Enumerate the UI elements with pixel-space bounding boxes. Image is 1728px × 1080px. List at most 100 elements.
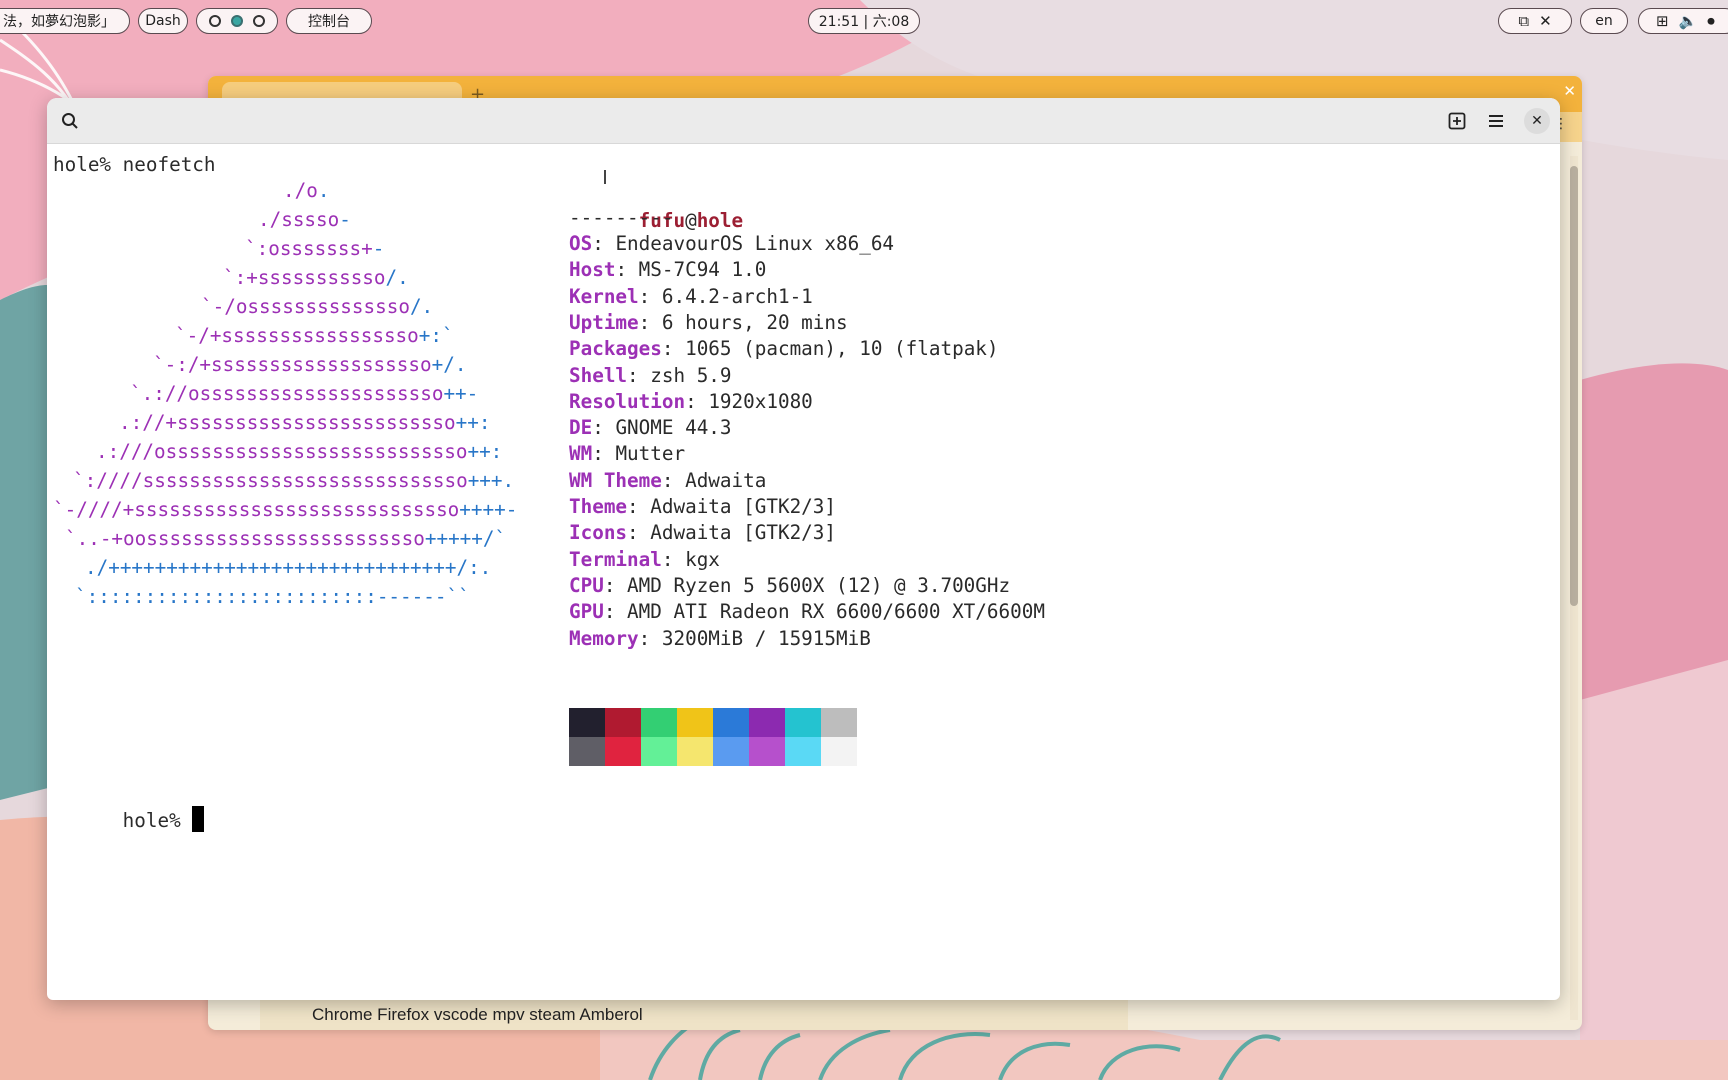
close-window-button[interactable]: ✕ <box>1524 108 1550 134</box>
info-row: Kernel: 6.4.2-arch1-1 <box>569 284 813 308</box>
info-value: Adwaita <box>685 468 767 492</box>
ascii-logo-segment: .:///ossssssssssssssssssssssssso <box>96 440 468 463</box>
info-row: Icons: Adwaita [GTK2/3] <box>569 521 836 545</box>
ascii-logo-segment: ++: <box>455 411 491 434</box>
info-key: DE <box>569 416 593 440</box>
screenshot-indicator[interactable]: ⧉ ✕ <box>1498 8 1572 34</box>
ascii-logo-line: `..-+oossssssssssssssssssssssso+++++/` <box>65 524 506 553</box>
window-title-text: 法，如夢幻泡影」 <box>3 14 115 30</box>
browser-close-icon[interactable]: ✕ <box>1563 82 1576 100</box>
ascii-logo-segment: /. <box>409 295 434 318</box>
ascii-logo-line: `:osssssss+- <box>245 234 384 263</box>
ascii-logo-line: `-/+sssssssssssssssso+:` <box>175 321 454 350</box>
color-swatch <box>821 737 857 766</box>
ascii-logo-line: `-:/+sssssssssssssssssso+/. <box>153 350 466 379</box>
browser-scrollbar-thumb[interactable] <box>1570 166 1578 606</box>
workspace-1-indicator[interactable] <box>209 15 221 27</box>
main-menu-button[interactable] <box>1483 108 1509 134</box>
close-icon: ✕ <box>1531 113 1543 129</box>
ascii-logo-segment: +++++/` <box>424 527 507 550</box>
info-key: OS <box>569 232 593 255</box>
color-palette <box>569 708 857 766</box>
color-swatch <box>605 737 641 766</box>
color-swatch <box>785 737 821 766</box>
info-value: 6.4.2-arch1-1 <box>661 284 813 308</box>
workspace-3-indicator[interactable] <box>253 15 265 27</box>
new-tab-icon <box>1448 112 1466 130</box>
color-swatch <box>749 737 785 766</box>
color-swatch <box>677 708 713 737</box>
close-icon[interactable]: ✕ <box>1539 12 1552 30</box>
command-line: hole% neofetch <box>53 153 216 176</box>
info-row: Theme: Adwaita [GTK2/3] <box>569 495 836 518</box>
info-key: GPU <box>569 600 604 624</box>
workspace-2-indicator[interactable] <box>231 15 243 27</box>
info-value: zsh 5.9 <box>650 363 732 387</box>
ascii-logo-line: .:///ossssssssssssssssssssssssso++: <box>96 437 502 466</box>
ascii-logo-line: .://+ssssssssssssssssssssssso++: <box>119 408 490 437</box>
keyboard-layout-label: en <box>1595 13 1613 29</box>
ascii-logo-segment: `-/+sssssssssssssssso <box>175 324 419 347</box>
color-swatch <box>641 737 677 766</box>
color-swatch <box>785 708 821 737</box>
bookmarks-bar[interactable]: Chrome Firefox vscode mpv steam Amberol <box>260 1000 1128 1030</box>
console-label: 控制台 <box>308 14 350 30</box>
info-row: Host: MS-7C94 1.0 <box>569 258 767 282</box>
info-row: Packages: 1065 (pacman), 10 (flatpak) <box>569 337 999 361</box>
terminal-output[interactable]: hole% neofetch ./o. ./sssso- `:osssssss+- `… <box>53 150 1560 1000</box>
system-menu-button[interactable]: ⊞ 🔈 ⏺ <box>1638 8 1728 34</box>
ascii-logo-segment: .://+ssssssssssssssssssssssso <box>119 411 456 434</box>
ascii-logo-line: ./++++++++++++++++++++++++++++++/:. <box>85 553 491 582</box>
ascii-logo-segment: ++: <box>467 440 503 463</box>
console-app-button[interactable]: 控制台 <box>286 8 372 34</box>
ascii-logo-line: `-////+ssssssssssssssssssssssssssso++++- <box>53 495 517 524</box>
hamburger-menu-icon <box>1489 115 1503 127</box>
info-key: WM Theme <box>569 468 662 492</box>
color-swatch <box>677 737 713 766</box>
info-row: WM Theme: Adwaita <box>569 468 767 492</box>
info-key: Icons <box>569 521 628 545</box>
ascii-logo-line: ./o. <box>283 176 329 205</box>
text-cursor <box>192 806 205 832</box>
terminal-window[interactable]: ✕ hole% neofetch ./o. ./sssso- `:osssssss+… <box>47 98 1560 1000</box>
info-row: WM: Mutter <box>569 442 686 466</box>
color-swatch <box>569 708 605 737</box>
info-key: Terminal <box>569 547 662 571</box>
workspace-switcher[interactable] <box>196 8 278 34</box>
dash-button[interactable]: Dash <box>138 8 188 34</box>
keyboard-layout-button[interactable]: en <box>1580 8 1628 34</box>
screenshot-icon: ⧉ <box>1518 12 1530 30</box>
color-swatch <box>641 708 677 737</box>
microphone-icon: ⏺ <box>1707 12 1715 30</box>
info-row: Terminal: kgx <box>569 547 720 571</box>
info-key: Shell <box>569 363 628 387</box>
window-title-pill[interactable]: 法，如夢幻泡影」 <box>0 8 130 34</box>
ascii-logo-segment: /. <box>385 266 409 289</box>
dash-label: Dash <box>145 13 181 29</box>
new-tab-button[interactable] <box>1444 108 1470 134</box>
ascii-logo-line: ./sssso- <box>258 205 351 234</box>
search-button[interactable] <box>57 108 83 134</box>
ascii-logo-segment: ./++++++++++++++++++++++++++++++/:. <box>85 556 492 579</box>
info-row: DE: GNOME 44.3 <box>569 416 732 440</box>
ascii-logo-segment: `.://osssssssssssssssssssso <box>130 382 444 405</box>
info-key: WM <box>569 442 593 466</box>
clock-button[interactable]: 21:51 | 六:08 <box>808 8 920 34</box>
info-value: AMD ATI Radeon RX 6600/6600 XT/6600M <box>627 600 1045 624</box>
info-value: AMD Ryzen 5 5600X (12) @ 3.700GHz <box>627 573 1011 597</box>
info-value: 6 hours, 20 mins <box>661 310 848 334</box>
info-row: GPU: AMD ATI Radeon RX 6600/6600 XT/6600… <box>569 600 1045 624</box>
info-value: MS-7C94 1.0 <box>638 258 767 282</box>
info-row: Uptime: 6 hours, 20 mins <box>569 310 848 334</box>
info-value: kgx <box>685 547 720 571</box>
ascii-logo-segment: ./o <box>283 179 318 202</box>
separator-line: --------- <box>569 206 674 229</box>
ascii-logo-line: `:::::::::::::::::::::::::------`` <box>75 582 470 611</box>
info-key: Host <box>569 258 616 282</box>
ascii-logo-segment: `:////ssssssssssssssssssssssssssso <box>73 469 468 492</box>
info-value: Adwaita [GTK2/3] <box>650 495 836 518</box>
color-swatch <box>605 708 641 737</box>
ascii-logo-segment: `-/ossssssssssssso <box>201 295 410 318</box>
info-key: Kernel <box>569 284 639 308</box>
ascii-logo-segment: `:+sssssssssso <box>223 266 386 289</box>
